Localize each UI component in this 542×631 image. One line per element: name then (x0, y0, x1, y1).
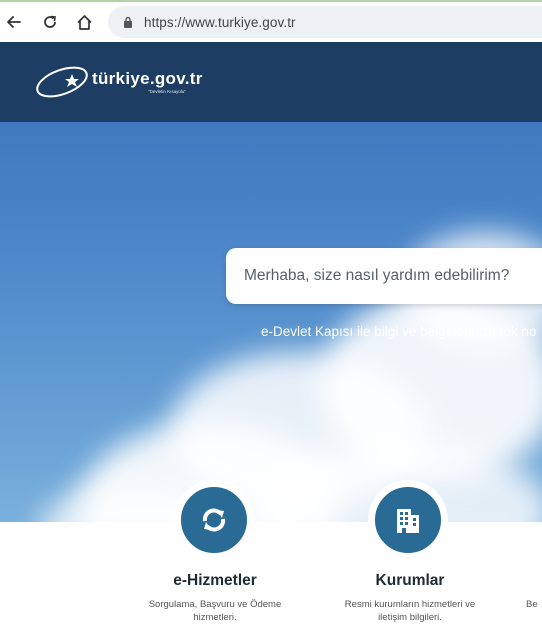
address-bar[interactable]: https://www.turkiye.gov.tr (108, 6, 542, 38)
e-hizmetler-desc-line1: Sorgulama, Başvuru ve Ödeme (148, 599, 282, 610)
reload-icon[interactable] (41, 13, 59, 31)
e-hizmetler-icon-button[interactable] (174, 480, 254, 560)
browser-toolbar: https://www.turkiye.gov.tr (0, 0, 542, 42)
hero-tagline: e-Devlet Kapısı ile bilgi ve belgelerini… (261, 324, 537, 339)
back-arrow-icon[interactable] (5, 13, 23, 31)
kurumlar-icon-button[interactable] (368, 480, 448, 560)
e-hizmetler-description: Sorgulama, Başvuru ve Ödeme hizmetleri. (140, 598, 290, 624)
third-service-description-partial: Be (526, 599, 538, 610)
logo-subtext: "Devletin Kısayolu" (148, 89, 186, 94)
logo-text: türkiye.gov.tr (92, 69, 203, 88)
building-icon (397, 509, 419, 533)
kurumlar-description: Resmi kurumların hizmetleri ve iletişim … (330, 598, 490, 624)
home-icon[interactable] (75, 13, 93, 31)
kurumlar-title[interactable]: Kurumlar (340, 572, 480, 590)
e-hizmetler-desc-line2: hizmetleri. (193, 612, 237, 623)
hero-banner: e-Devlet Kapısı ile bilgi ve belgelerini… (0, 122, 542, 522)
search-input[interactable] (242, 266, 542, 286)
url-text: https://www.turkiye.gov.tr (144, 14, 296, 30)
site-header: türkiye.gov.tr "Devletin Kısayolu" (0, 42, 542, 122)
search-box (226, 248, 542, 304)
refresh-icon (202, 508, 226, 532)
e-hizmetler-title[interactable]: e-Hizmetler (150, 572, 280, 590)
logo-emblem-icon (36, 66, 88, 98)
lock-icon (122, 16, 134, 28)
kurumlar-desc-line2: iletişim bilgileri. (378, 612, 442, 623)
site-logo[interactable]: türkiye.gov.tr "Devletin Kısayolu" (34, 62, 202, 102)
kurumlar-desc-line1: Resmi kurumların hizmetleri ve (344, 599, 476, 610)
